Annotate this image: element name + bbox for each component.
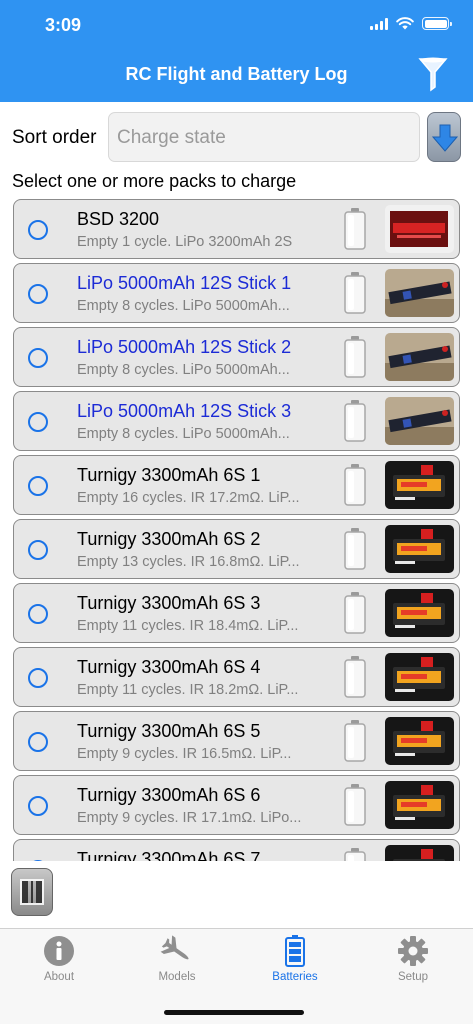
pack-description: Empty 11 cycles. IR 18.4mΩ. LiP... (77, 618, 299, 634)
battery-status-icon (422, 17, 452, 30)
pack-photo (385, 717, 454, 765)
pack-description: Empty 8 cycles. LiPo 5000mAh... (77, 426, 290, 442)
pack-row[interactable]: Turnigy 3300mAh 6S 5 Empty 9 cycles. IR 1… (13, 711, 460, 771)
status-time: 3:09 (45, 15, 82, 35)
pack-description: Empty 1 cycle. LiPo 3200mAh 2S (77, 234, 293, 250)
pack-row[interactable]: Turnigy 3300mAh 6S 1 Empty 16 cycles. IR … (13, 455, 460, 515)
select-radio[interactable] (28, 796, 48, 816)
instruction-text: Select one or more packs to charge (12, 171, 297, 191)
pack-photo (385, 205, 454, 253)
pack-description: Empty 9 cycles. IR 17.1mΩ. LiPo... (77, 810, 302, 826)
pack-row[interactable]: BSD 3200 Empty 1 cycle. LiPo 3200mAh 2S (13, 199, 460, 259)
charge-level-icon (344, 848, 366, 861)
pack-photo (385, 845, 454, 861)
tab-batteries[interactable]: Batteries (236, 935, 354, 983)
pack-description: Empty 16 cycles. IR 17.2mΩ. LiP... (77, 490, 300, 506)
pack-description: Empty 13 cycles. IR 16.8mΩ. LiP... (77, 554, 300, 570)
tab-label: About (43, 971, 75, 983)
pack-row[interactable]: LiPo 5000mAh 12S Stick 2 Empty 8 cycles. … (13, 327, 460, 387)
tab-label: Setup (397, 971, 429, 983)
pack-row[interactable]: Turnigy 3300mAh 6S 2 Empty 13 cycles. IR … (13, 519, 460, 579)
charge-level-icon (344, 400, 366, 442)
charge-level-icon (344, 336, 366, 378)
pack-description: Empty 11 cycles. IR 18.2mΩ. LiP... (77, 682, 299, 698)
select-radio[interactable] (28, 860, 48, 861)
pack-name: Turnigy 3300mAh 6S 1 (77, 465, 261, 485)
pack-photo (385, 781, 454, 829)
charge-level-icon (344, 592, 366, 634)
sort-direction-button[interactable] (427, 112, 461, 162)
sort-order-field[interactable]: Charge state (108, 112, 420, 162)
pack-description: Empty 9 cycles. IR 16.5mΩ. LiP... (77, 746, 292, 762)
select-radio[interactable] (28, 540, 48, 560)
select-radio[interactable] (28, 220, 48, 240)
battery-icon (285, 935, 305, 967)
charge-level-icon (344, 720, 366, 762)
pack-photo (385, 589, 454, 637)
pack-list[interactable]: BSD 3200 Empty 1 cycle. LiPo 3200mAh 2S Li… (0, 195, 473, 861)
qr-code-icon (20, 879, 44, 905)
qr-code-button[interactable] (11, 868, 53, 916)
tab-models[interactable]: Models (118, 935, 236, 983)
pack-description: Empty 8 cycles. LiPo 5000mAh... (77, 298, 290, 314)
sort-order-label: Sort order (12, 127, 97, 148)
tab-setup[interactable]: Setup (354, 935, 472, 983)
charge-level-icon (344, 464, 366, 506)
status-icons (370, 17, 452, 30)
cellular-signal-icon (370, 17, 388, 30)
select-radio[interactable] (28, 348, 48, 368)
pack-name: BSD 3200 (77, 209, 160, 229)
pack-name: Turnigy 3300mAh 6S 2 (77, 529, 261, 549)
pack-photo (385, 461, 454, 509)
pack-name: LiPo 5000mAh 12S Stick 2 (77, 337, 292, 357)
pack-row[interactable]: LiPo 5000mAh 12S Stick 3 Empty 8 cycles. … (13, 391, 460, 451)
tab-label: Batteries (272, 971, 318, 983)
gear-icon (398, 936, 428, 966)
select-radio[interactable] (28, 604, 48, 624)
pack-description: Empty 8 cycles. LiPo 5000mAh... (77, 362, 290, 378)
wifi-icon (396, 17, 414, 30)
pack-name: LiPo 5000mAh 12S Stick 3 (77, 401, 292, 421)
pack-name: Turnigy 3300mAh 6S 5 (77, 721, 261, 741)
pack-name: Turnigy 3300mAh 6S 4 (77, 657, 261, 677)
pack-row[interactable]: Turnigy 3300mAh 6S 3 Empty 11 cycles. IR … (13, 583, 460, 643)
tab-label: Models (158, 971, 196, 983)
charge-level-icon (344, 272, 366, 314)
page-title: RC Flight and Battery Log (125, 64, 348, 84)
select-radio[interactable] (28, 412, 48, 432)
charge-level-icon (344, 528, 366, 570)
info-icon (44, 936, 74, 966)
pack-row[interactable]: LiPo 5000mAh 12S Stick 1 Empty 8 cycles. … (13, 263, 460, 323)
pack-photo (385, 397, 454, 445)
pack-row[interactable]: Turnigy 3300mAh 6S 6 Empty 9 cycles. IR 1… (13, 775, 460, 835)
pack-name: LiPo 5000mAh 12S Stick 1 (77, 273, 292, 293)
pack-row[interactable]: Turnigy 3300mAh 6S 4 Empty 11 cycles. IR … (13, 647, 460, 707)
home-indicator (164, 1010, 304, 1015)
pack-photo (385, 333, 454, 381)
pack-row[interactable]: Turnigy 3300mAh 6S 7 (13, 839, 460, 861)
charge-level-icon (344, 784, 366, 826)
pack-name: Turnigy 3300mAh 6S 6 (77, 785, 261, 805)
pack-name: Turnigy 3300mAh 6S 3 (77, 593, 261, 613)
arrow-down-icon (432, 124, 458, 152)
pack-name: Turnigy 3300mAh 6S 7 (77, 849, 261, 861)
pack-photo (385, 653, 454, 701)
select-radio[interactable] (28, 284, 48, 304)
select-radio[interactable] (28, 668, 48, 688)
charge-level-icon (344, 656, 366, 698)
airplane-icon (160, 935, 189, 960)
pack-photo (385, 525, 454, 573)
pack-photo (385, 269, 454, 317)
funnel-icon[interactable] (418, 56, 448, 92)
tab-about[interactable]: About (0, 935, 118, 983)
select-radio[interactable] (28, 476, 48, 496)
nav-header: 3:09 RC Flight and Battery Log (0, 0, 473, 102)
select-radio[interactable] (28, 732, 48, 752)
charge-level-icon (344, 208, 366, 250)
